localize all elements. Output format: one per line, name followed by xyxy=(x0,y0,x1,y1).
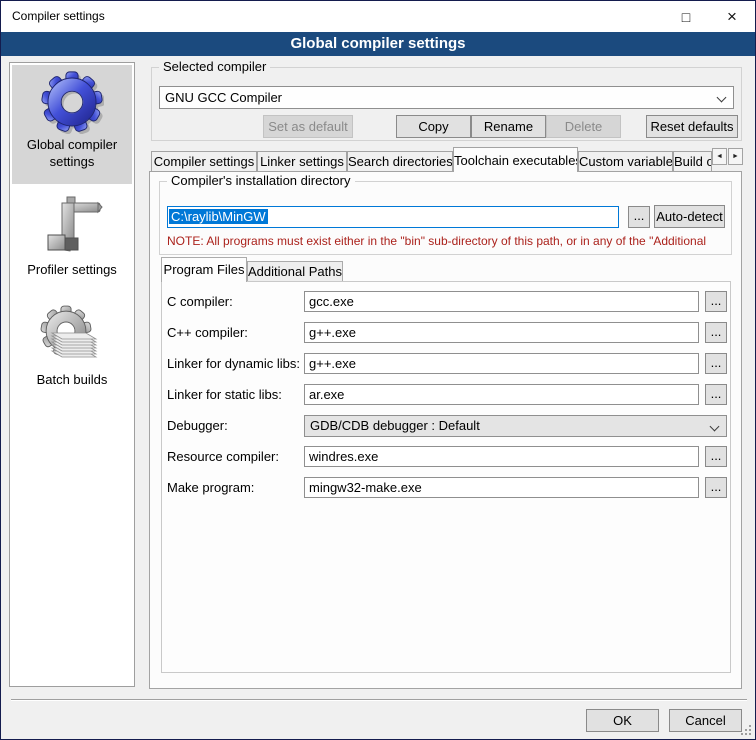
blue-gear-icon xyxy=(40,70,104,134)
copy-button[interactable]: Copy xyxy=(396,115,471,138)
static-linker-row: Linker for static libs: ar.exe ... xyxy=(167,384,729,406)
resource-compiler-input[interactable]: windres.exe xyxy=(304,446,699,467)
cpp-compiler-row: C++ compiler: g++.exe ... xyxy=(167,322,729,344)
make-program-input[interactable]: mingw32-make.exe xyxy=(304,477,699,498)
tab-build-options[interactable]: Build options xyxy=(673,151,712,171)
tab-compiler-settings[interactable]: Compiler settings xyxy=(151,151,257,171)
tab-scroll-right-button[interactable]: ► xyxy=(728,148,743,165)
dynamic-linker-row: Linker for dynamic libs: g++.exe ... xyxy=(167,353,729,375)
c-compiler-input[interactable]: gcc.exe xyxy=(304,291,699,312)
selected-compiler-combobox[interactable]: GNU GCC Compiler xyxy=(159,86,734,109)
c-compiler-label: C compiler: xyxy=(167,291,233,312)
bin-subdirectory-note: NOTE: All programs must exist either in … xyxy=(167,234,725,250)
debugger-combobox[interactable]: GDB/CDB debugger : Default xyxy=(304,415,727,437)
page-title: Global compiler settings xyxy=(1,32,755,56)
batch-builds-icon xyxy=(40,305,104,369)
footer-separator xyxy=(11,699,747,701)
compiler-settings-dialog: Compiler settings — □ × Global compiler … xyxy=(0,0,756,740)
make-program-label: Make program: xyxy=(167,477,254,498)
rename-button[interactable]: Rename xyxy=(471,115,546,138)
maximize-icon: □ xyxy=(682,9,690,25)
c-compiler-row: C compiler: gcc.exe ... xyxy=(167,291,729,313)
cpp-compiler-browse-button[interactable]: ... xyxy=(705,322,727,343)
static-linker-input[interactable]: ar.exe xyxy=(304,384,699,405)
sidebar-item-batch-builds[interactable]: Batch builds xyxy=(12,303,132,418)
installation-directory-group-label: Compiler's installation directory xyxy=(167,174,355,188)
delete-button[interactable]: Delete xyxy=(546,115,621,138)
close-icon: × xyxy=(727,7,737,27)
sidebar-item-label: Global compiler settings xyxy=(12,134,132,170)
tab-scroll-left-button[interactable]: ◄ xyxy=(712,148,727,165)
debugger-value: GDB/CDB debugger : Default xyxy=(310,418,480,433)
static-linker-browse-button[interactable]: ... xyxy=(705,384,727,405)
dynamic-linker-label: Linker for dynamic libs: xyxy=(167,353,300,374)
chevron-down-icon xyxy=(717,93,727,103)
tab-search-directories[interactable]: Search directories xyxy=(347,151,453,171)
set-as-default-button[interactable]: Set as default xyxy=(263,115,353,138)
cancel-button[interactable]: Cancel xyxy=(669,709,742,732)
reset-defaults-button[interactable]: Reset defaults xyxy=(646,115,738,138)
resize-grip[interactable] xyxy=(741,725,752,736)
installation-directory-browse-button[interactable]: ... xyxy=(628,206,650,228)
sidebar-item-global-compiler-settings[interactable]: Global compiler settings xyxy=(12,65,132,184)
settings-category-sidebar: Global compiler settings xyxy=(9,62,135,687)
scroll-right-icon: ► xyxy=(732,153,739,160)
dynamic-linker-input[interactable]: g++.exe xyxy=(304,353,699,374)
installation-directory-input[interactable]: C:\raylib\MinGW xyxy=(167,206,619,228)
subtab-additional-paths[interactable]: Additional Paths xyxy=(247,261,343,281)
tab-linker-settings[interactable]: Linker settings xyxy=(257,151,347,171)
auto-detect-button[interactable]: Auto-detect xyxy=(654,205,725,228)
resource-compiler-label: Resource compiler: xyxy=(167,446,279,467)
ok-button[interactable]: OK xyxy=(586,709,659,732)
window-title: Compiler settings xyxy=(12,9,105,23)
selected-compiler-value: GNU GCC Compiler xyxy=(165,90,282,105)
profiler-caliper-icon xyxy=(40,195,104,259)
dynamic-linker-browse-button[interactable]: ... xyxy=(705,353,727,374)
scroll-left-icon: ◄ xyxy=(716,153,723,160)
make-program-row: Make program: mingw32-make.exe ... xyxy=(167,477,729,499)
make-program-browse-button[interactable]: ... xyxy=(705,477,727,498)
sidebar-item-profiler-settings[interactable]: Profiler settings xyxy=(12,193,132,298)
c-compiler-browse-button[interactable]: ... xyxy=(705,291,727,312)
tab-custom-variables[interactable]: Custom variables xyxy=(578,151,673,171)
title-bar: Compiler settings — □ × xyxy=(1,1,755,32)
close-button[interactable]: × xyxy=(709,1,755,32)
resource-compiler-browse-button[interactable]: ... xyxy=(705,446,727,467)
tab-toolchain-executables[interactable]: Toolchain executables xyxy=(453,147,578,172)
resource-compiler-row: Resource compiler: windres.exe ... xyxy=(167,446,729,468)
subtab-program-files[interactable]: Program Files xyxy=(161,257,247,282)
sidebar-item-label: Batch builds xyxy=(12,369,132,388)
cpp-compiler-label: C++ compiler: xyxy=(167,322,248,343)
sidebar-item-label: Profiler settings xyxy=(12,259,132,278)
maximize-button[interactable]: □ xyxy=(663,1,709,32)
minimize-button[interactable]: — xyxy=(571,1,617,32)
debugger-row: Debugger: GDB/CDB debugger : Default xyxy=(167,415,729,437)
installation-directory-value: C:\raylib\MinGW xyxy=(169,209,268,224)
static-linker-label: Linker for static libs: xyxy=(167,384,282,405)
cpp-compiler-input[interactable]: g++.exe xyxy=(304,322,699,343)
chevron-down-icon xyxy=(710,422,720,432)
debugger-label: Debugger: xyxy=(167,415,228,436)
selected-compiler-group-label: Selected compiler xyxy=(159,60,270,74)
